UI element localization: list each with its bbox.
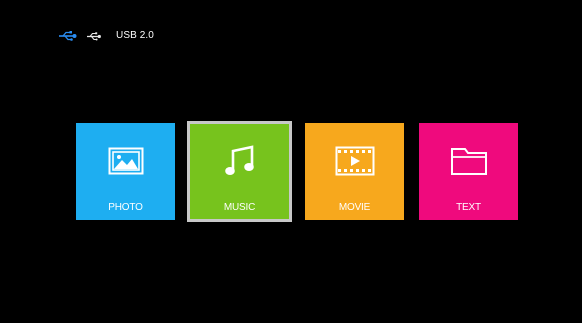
- film-play-icon: [305, 145, 404, 177]
- usb-icon: [59, 31, 77, 41]
- movie-tile[interactable]: MOVIE: [305, 123, 404, 220]
- photo-tile[interactable]: PHOTO: [76, 123, 175, 220]
- media-menu: PHOTO MUSIC MOVIE TEXT: [76, 121, 519, 222]
- text-label: TEXT: [456, 202, 481, 213]
- photo-label: PHOTO: [108, 202, 143, 213]
- status-bar: USB 2.0: [59, 28, 154, 44]
- movie-label: MOVIE: [338, 202, 371, 213]
- usb-version-label: USB 2.0: [116, 30, 154, 41]
- music-tile[interactable]: MUSIC: [187, 121, 292, 222]
- photo-icon: [76, 145, 175, 177]
- media-home-screen: USB 2.0 PHOTO MUSIC MOVIE TEXT: [0, 0, 582, 323]
- text-tile[interactable]: TEXT: [419, 123, 518, 220]
- music-note-icon: [190, 145, 289, 177]
- music-label: MUSIC: [223, 202, 256, 213]
- usb-icon: [87, 31, 101, 41]
- folder-icon: [419, 145, 518, 177]
